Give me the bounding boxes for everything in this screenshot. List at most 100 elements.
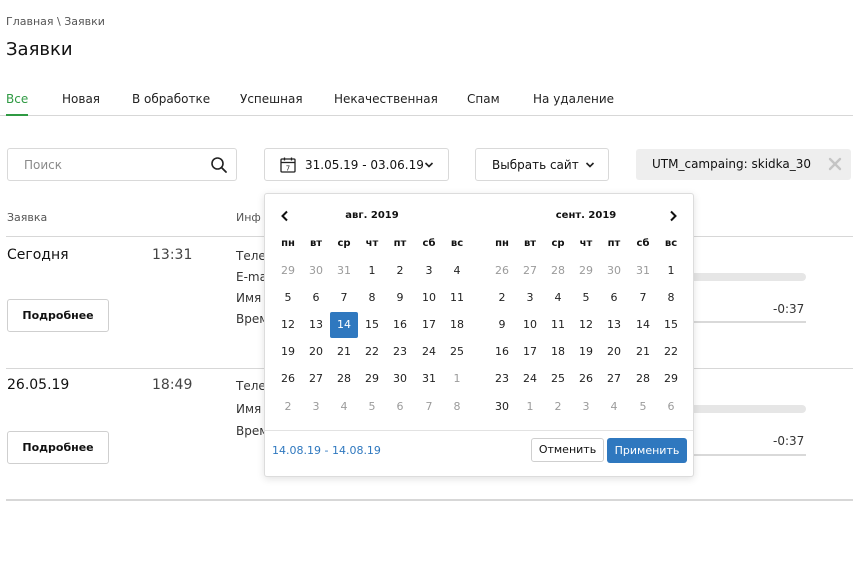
calendar-day[interactable]: 23: [386, 339, 414, 365]
calendar-day[interactable]: 30: [302, 258, 330, 284]
calendar-day[interactable]: 4: [544, 285, 572, 311]
tab-successful[interactable]: Успешная: [240, 92, 303, 106]
calendar-day[interactable]: 24: [516, 366, 544, 392]
calendar-day[interactable]: 18: [544, 339, 572, 365]
calendar-day[interactable]: 28: [629, 366, 657, 392]
search-input[interactable]: [22, 156, 202, 174]
calendar-day[interactable]: 5: [274, 285, 302, 311]
apply-button[interactable]: Применить: [607, 438, 687, 463]
calendar-day[interactable]: 26: [274, 366, 302, 392]
calendar-day[interactable]: 4: [600, 394, 628, 420]
calendar-day[interactable]: 21: [629, 339, 657, 365]
calendar-day[interactable]: 8: [657, 285, 685, 311]
date-range-button[interactable]: 7 31.05.19 - 03.06.19: [264, 148, 449, 181]
calendar-day[interactable]: 22: [358, 339, 386, 365]
calendar-day[interactable]: 2: [386, 258, 414, 284]
cancel-button[interactable]: Отменить: [531, 438, 604, 462]
audio-seek-line[interactable]: [690, 454, 806, 456]
tab-low-quality[interactable]: Некачественная: [334, 92, 438, 106]
site-select-button[interactable]: Выбрать сайт: [475, 148, 609, 181]
calendar-day[interactable]: 8: [443, 394, 471, 420]
calendar-day[interactable]: 6: [600, 285, 628, 311]
calendar-day[interactable]: 29: [657, 366, 685, 392]
calendar-day[interactable]: 8: [358, 285, 386, 311]
calendar-day[interactable]: 22: [657, 339, 685, 365]
calendar-day[interactable]: 1: [358, 258, 386, 284]
calendar-day[interactable]: 1: [443, 366, 471, 392]
audio-seek-line[interactable]: [690, 321, 806, 323]
calendar-day[interactable]: 29: [358, 366, 386, 392]
calendar-day[interactable]: 13: [600, 312, 628, 338]
calendar-day[interactable]: 4: [330, 394, 358, 420]
calendar-day[interactable]: 27: [516, 258, 544, 284]
calendar-day[interactable]: 6: [657, 394, 685, 420]
calendar-day[interactable]: 26: [488, 258, 516, 284]
calendar-day[interactable]: 3: [302, 394, 330, 420]
calendar-day[interactable]: 14: [629, 312, 657, 338]
calendar-day[interactable]: 9: [488, 312, 516, 338]
calendar-day[interactable]: 17: [415, 312, 443, 338]
calendar-day[interactable]: 10: [516, 312, 544, 338]
calendar-day[interactable]: 30: [386, 366, 414, 392]
calendar-day[interactable]: 7: [415, 394, 443, 420]
calendar-day[interactable]: 27: [600, 366, 628, 392]
calendar-day[interactable]: 11: [544, 312, 572, 338]
calendar-day[interactable]: 26: [572, 366, 600, 392]
close-icon[interactable]: [828, 157, 842, 171]
calendar-day[interactable]: 5: [629, 394, 657, 420]
calendar-day[interactable]: 1: [657, 258, 685, 284]
calendar-day[interactable]: 6: [386, 394, 414, 420]
calendar-day-selected[interactable]: 14: [330, 312, 358, 338]
calendar-day[interactable]: 4: [443, 258, 471, 284]
calendar-day[interactable]: 15: [657, 312, 685, 338]
calendar-day[interactable]: 20: [302, 339, 330, 365]
calendar-day[interactable]: 21: [330, 339, 358, 365]
audio-progress-track[interactable]: [690, 273, 806, 281]
calendar-day[interactable]: 31: [330, 258, 358, 284]
tab-to-delete[interactable]: На удаление: [533, 92, 614, 106]
calendar-day[interactable]: 7: [330, 285, 358, 311]
calendar-day[interactable]: 12: [572, 312, 600, 338]
calendar-day[interactable]: 16: [386, 312, 414, 338]
calendar-day[interactable]: 3: [572, 394, 600, 420]
search-icon[interactable]: [210, 156, 228, 174]
calendar-day[interactable]: 5: [358, 394, 386, 420]
calendar-day[interactable]: 17: [516, 339, 544, 365]
calendar-day[interactable]: 27: [302, 366, 330, 392]
tab-spam[interactable]: Спам: [467, 92, 500, 106]
calendar-day[interactable]: 19: [274, 339, 302, 365]
calendar-day[interactable]: 2: [274, 394, 302, 420]
calendar-day[interactable]: 20: [600, 339, 628, 365]
calendar-day[interactable]: 31: [415, 366, 443, 392]
calendar-day[interactable]: 1: [516, 394, 544, 420]
calendar-day[interactable]: 13: [302, 312, 330, 338]
audio-progress-track[interactable]: [690, 405, 806, 413]
calendar-day[interactable]: 3: [516, 285, 544, 311]
details-button[interactable]: Подробнее: [7, 299, 109, 332]
calendar-day[interactable]: 7: [629, 285, 657, 311]
calendar-day[interactable]: 19: [572, 339, 600, 365]
calendar-day[interactable]: 24: [415, 339, 443, 365]
calendar-day[interactable]: 29: [572, 258, 600, 284]
calendar-day[interactable]: 31: [629, 258, 657, 284]
calendar-day[interactable]: 25: [443, 339, 471, 365]
calendar-day[interactable]: 25: [544, 366, 572, 392]
calendar-day[interactable]: 30: [600, 258, 628, 284]
calendar-day[interactable]: 11: [443, 285, 471, 311]
calendar-day[interactable]: 28: [544, 258, 572, 284]
tab-new[interactable]: Новая: [62, 92, 100, 106]
calendar-day[interactable]: 15: [358, 312, 386, 338]
calendar-day[interactable]: 2: [544, 394, 572, 420]
calendar-day[interactable]: 29: [274, 258, 302, 284]
calendar-day[interactable]: 10: [415, 285, 443, 311]
calendar-day[interactable]: 23: [488, 366, 516, 392]
calendar-day[interactable]: 12: [274, 312, 302, 338]
calendar-day[interactable]: 3: [415, 258, 443, 284]
calendar-day[interactable]: 16: [488, 339, 516, 365]
calendar-day[interactable]: 28: [330, 366, 358, 392]
calendar-day[interactable]: 5: [572, 285, 600, 311]
calendar-day[interactable]: 30: [488, 394, 516, 420]
tab-all[interactable]: Все: [6, 92, 28, 106]
calendar-day[interactable]: 2: [488, 285, 516, 311]
details-button[interactable]: Подробнее: [7, 431, 109, 464]
